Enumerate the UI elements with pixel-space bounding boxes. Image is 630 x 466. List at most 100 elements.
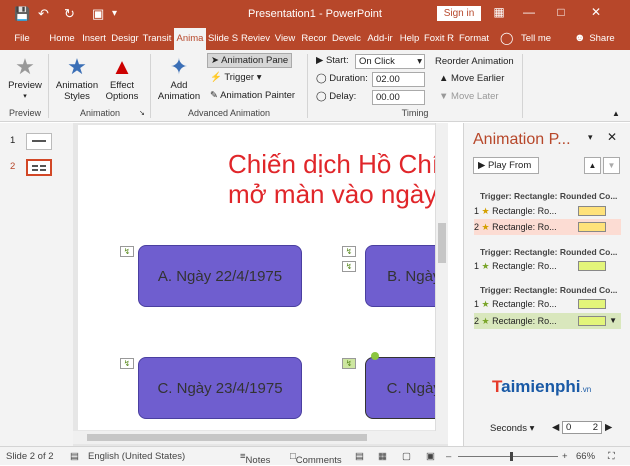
- trigger-header[interactable]: Trigger: Rectangle: Rounded Co...: [480, 191, 617, 201]
- zoom-in-icon[interactable]: +: [562, 451, 568, 462]
- tab-review[interactable]: Reviev: [240, 28, 271, 50]
- animation-item[interactable]: 1 ★ Rectangle: Ro...: [474, 296, 621, 312]
- timeline-scale[interactable]: 0 2: [562, 421, 602, 434]
- scroll-left-icon[interactable]: ◀: [552, 422, 559, 433]
- timing-bar: [578, 299, 606, 309]
- tab-file[interactable]: File: [8, 28, 36, 50]
- reading-view-icon[interactable]: ▢: [402, 451, 411, 462]
- delay-field[interactable]: 00.00: [372, 90, 425, 105]
- start-dropdown[interactable]: On Click ▾: [355, 54, 425, 69]
- tab-transitions[interactable]: Transit: [141, 28, 173, 50]
- tab-animations[interactable]: Anima: [174, 28, 206, 50]
- zoom-slider[interactable]: [458, 452, 558, 461]
- trigger-header[interactable]: Trigger: Rectangle: Rounded Co...: [480, 247, 617, 257]
- slide-title[interactable]: Chiến dịch Hồ Chí M mở màn vào ngày 2: [228, 149, 448, 209]
- star-icon: ★: [481, 299, 490, 309]
- move-earlier-button[interactable]: ▲ Move Earlier: [439, 73, 504, 84]
- minimize-icon[interactable]: —: [518, 5, 540, 19]
- vertical-scrollbar[interactable]: [435, 123, 448, 433]
- animation-item[interactable]: 1 ★ Rectangle: Ro...: [474, 258, 621, 274]
- animation-painter-label: Animation Painter: [220, 90, 296, 101]
- slideshow-view-icon[interactable]: ▣: [426, 451, 435, 462]
- add-animation-label: Add Animation: [157, 80, 201, 102]
- item-dropdown-icon[interactable]: ▼: [609, 313, 617, 329]
- effect-options-icon: ▲: [111, 54, 133, 79]
- tab-developer[interactable]: Develc: [330, 28, 363, 50]
- tab-help[interactable]: Help: [397, 28, 422, 50]
- trigger-tag-icon[interactable]: ↯: [120, 246, 134, 257]
- answer-box-a[interactable]: A. Ngày 22/4/1975: [138, 245, 302, 307]
- add-animation-button[interactable]: ✦ Add Animation: [154, 54, 204, 102]
- animation-item[interactable]: 2 ★ Rectangle: Ro...: [474, 219, 621, 235]
- tab-format[interactable]: Format: [456, 28, 492, 50]
- slide-number: 2: [10, 161, 16, 172]
- star-icon: ★: [481, 316, 490, 326]
- group-animation-label: Animation: [79, 108, 121, 118]
- tab-add-ins[interactable]: Add-ir: [364, 28, 396, 50]
- slide-editing-area: Chiến dịch Hồ Chí M mở màn vào ngày 2 ↯ …: [73, 123, 448, 446]
- move-up-button[interactable]: ▲: [584, 157, 601, 174]
- animation-item-selected[interactable]: 2 ★ Rectangle: Ro... ▼: [474, 313, 621, 329]
- preview-button[interactable]: ★ Preview ▾: [4, 54, 46, 102]
- zoom-out-icon[interactable]: –: [446, 451, 451, 462]
- lightbulb-icon: ◯: [500, 31, 514, 45]
- zoom-level[interactable]: 66%: [576, 451, 595, 462]
- duration-field[interactable]: 02.00: [372, 72, 425, 87]
- answer-box-c[interactable]: C. Ngày 23/4/1975: [138, 357, 302, 419]
- close-pane-icon[interactable]: ✕: [607, 130, 617, 144]
- sign-in-button[interactable]: Sign in: [437, 6, 481, 21]
- trigger-tag-icon[interactable]: ↯: [120, 358, 134, 369]
- close-icon[interactable]: ✕: [585, 5, 607, 19]
- spell-check-icon[interactable]: ▤: [70, 451, 79, 462]
- trigger-tag-icon[interactable]: ↯: [342, 358, 356, 369]
- move-down-button[interactable]: ▼: [603, 157, 620, 174]
- comments-button[interactable]: □ Comments: [290, 451, 342, 466]
- normal-view-icon[interactable]: ▤: [355, 451, 364, 462]
- chevron-down-icon: ▾: [417, 56, 422, 67]
- group-preview-label: Preview: [8, 108, 41, 118]
- reorder-animation-label: Reorder Animation: [435, 56, 514, 67]
- animation-painter-button[interactable]: ✎ Animation Painter: [210, 90, 295, 101]
- play-from-button[interactable]: ▶ Play From: [473, 157, 539, 174]
- maximize-icon[interactable]: □: [550, 5, 572, 19]
- language-indicator[interactable]: English (United States): [88, 451, 185, 462]
- seconds-dropdown[interactable]: Seconds ▾: [490, 423, 534, 434]
- trigger-tag-icon[interactable]: ↯: [342, 246, 356, 257]
- slide-thumbnail-2[interactable]: [26, 159, 52, 176]
- animation-styles-button[interactable]: ★ Animation Styles: [54, 54, 100, 102]
- tab-design[interactable]: Desigr: [110, 28, 140, 50]
- tell-me-search[interactable]: Tell me: [518, 28, 554, 50]
- add-star-icon: ✦: [169, 54, 189, 79]
- tab-foxit-reader[interactable]: Foxit R: [423, 28, 455, 50]
- tab-view[interactable]: View: [272, 28, 298, 50]
- trigger-header[interactable]: Trigger: Rectangle: Rounded Co...: [480, 285, 617, 295]
- star-icon: ★: [481, 222, 490, 232]
- fit-to-window-icon[interactable]: ⛶: [608, 451, 615, 462]
- pane-options-icon[interactable]: ▾: [588, 132, 593, 143]
- slide-canvas[interactable]: Chiến dịch Hồ Chí M mở màn vào ngày 2 ↯ …: [78, 125, 448, 430]
- horizontal-scrollbar[interactable]: [73, 431, 448, 444]
- tab-insert[interactable]: Insert: [79, 28, 109, 50]
- notes-button[interactable]: ≡ Notes: [240, 451, 270, 466]
- ribbon: ★ Preview ▾ Preview ★ Animation Styles ▲…: [0, 50, 630, 122]
- move-later-button[interactable]: ▼ Move Later: [439, 91, 499, 102]
- down-arrow-icon: ▼: [439, 91, 449, 102]
- trigger-tag-icon[interactable]: ↯: [342, 261, 356, 272]
- trigger-button[interactable]: ⚡ Trigger ▾: [210, 72, 261, 83]
- share-button[interactable]: Share: [588, 28, 616, 50]
- ribbon-display-icon[interactable]: ▦: [488, 5, 510, 19]
- collapse-ribbon-icon[interactable]: ▲: [612, 109, 620, 118]
- selection-handle[interactable]: [371, 352, 379, 360]
- scroll-right-icon[interactable]: ▶: [605, 422, 612, 433]
- dialog-launcher-icon[interactable]: ↘: [139, 109, 145, 117]
- dropdown-icon: ▾: [23, 93, 27, 100]
- animation-pane-button[interactable]: ➤ Animation Pane: [207, 53, 293, 68]
- tab-home[interactable]: Home: [46, 28, 78, 50]
- tab-slide-show[interactable]: Slide S: [207, 28, 239, 50]
- animation-item[interactable]: 1 ★ Rectangle: Ro...: [474, 203, 621, 219]
- animation-pane-label: Animation Pane: [221, 55, 289, 66]
- slide-thumbnail-1[interactable]: [26, 133, 52, 150]
- effect-options-button[interactable]: ▲ Effect Options: [100, 54, 144, 102]
- tab-record[interactable]: Recor: [299, 28, 329, 50]
- slide-sorter-icon[interactable]: ▦: [378, 451, 387, 462]
